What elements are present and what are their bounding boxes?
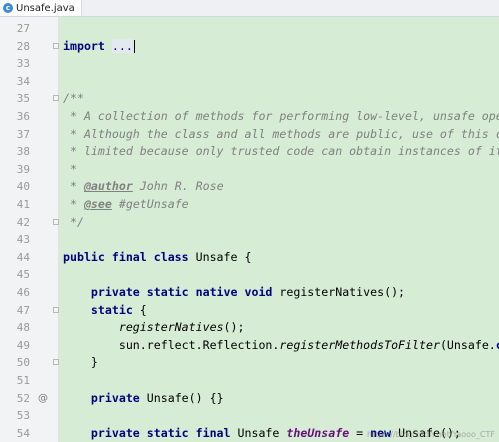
text-caret xyxy=(133,39,135,53)
code-line[interactable]: registerNatives(); xyxy=(63,319,245,337)
code-line[interactable]: * xyxy=(63,161,77,179)
code-line[interactable]: public final class Unsafe { xyxy=(63,249,251,267)
gutter-line: 43 xyxy=(16,233,30,247)
gutter-line: 34 xyxy=(16,74,30,88)
folded-imports[interactable]: ... xyxy=(111,38,133,53)
gutter-line: 45 xyxy=(16,268,30,282)
gutter-line: 33 xyxy=(16,57,30,71)
code-line[interactable]: * A collection of methods for performing… xyxy=(63,108,499,126)
code-line[interactable]: */ xyxy=(63,214,84,232)
code-line[interactable]: /** xyxy=(63,90,84,108)
code-line[interactable]: static { xyxy=(63,302,147,320)
gutter-line: 27 xyxy=(16,22,30,35)
gutter-line: 37 xyxy=(16,127,30,141)
gutter-line: 41 xyxy=(16,198,30,211)
code-editor[interactable]: import ... /** * A collection of methods… xyxy=(59,17,499,442)
gutter-line: 28 xyxy=(0,38,59,56)
code-line[interactable]: * @author John R. Rose xyxy=(63,178,224,196)
gutter-line: 36 xyxy=(16,110,30,123)
code-line[interactable]: * @see #getUnsafe xyxy=(63,196,189,214)
tab-label: Unsafe.java xyxy=(16,2,75,14)
gutter-line: 47 xyxy=(0,302,59,320)
gutter-line: 53 xyxy=(16,409,30,423)
gutter-line: 54 xyxy=(16,426,30,440)
editor-tab-bar: c Unsafe.java xyxy=(0,0,499,17)
code-line[interactable]: private static native void registerNativ… xyxy=(63,284,405,302)
gutter-line: 48 xyxy=(16,321,30,335)
gutter-line: 35 xyxy=(0,90,59,108)
gutter-line: 51 xyxy=(16,374,30,387)
line-number-gutter[interactable]: 27 28 33 34 35 36 37 38 39 40 41 42 43 4… xyxy=(0,17,59,442)
gutter-line: 46 xyxy=(16,286,30,299)
gutter-line: 38 xyxy=(16,145,30,159)
gutter-line: 40 xyxy=(16,180,30,194)
gutter-line: 42 xyxy=(0,214,59,232)
gutter-line: 50 xyxy=(0,354,59,372)
code-line[interactable]: import ... xyxy=(63,38,135,56)
tab-unsafe-java[interactable]: c Unsafe.java xyxy=(0,0,82,16)
code-line[interactable]: * Although the class and all methods are… xyxy=(63,126,499,144)
code-line[interactable]: private Unsafe() {} xyxy=(63,390,224,408)
watermark: https://blog.csdn.net/Yaooo_CTF xyxy=(366,430,495,439)
java-class-icon: c xyxy=(3,3,13,13)
gutter-line: 44 xyxy=(16,250,30,264)
override-at-icon[interactable]: @ xyxy=(38,390,48,408)
code-line[interactable]: * limited because only trusted code can … xyxy=(63,143,499,161)
code-line[interactable]: sun.reflect.Reflection.registerMethodsTo… xyxy=(63,337,499,355)
gutter-line: 39 xyxy=(16,162,30,176)
gutter-line: 49 xyxy=(16,338,30,352)
gutter-line: 52 @ xyxy=(0,390,58,408)
code-line[interactable]: } xyxy=(63,354,98,372)
